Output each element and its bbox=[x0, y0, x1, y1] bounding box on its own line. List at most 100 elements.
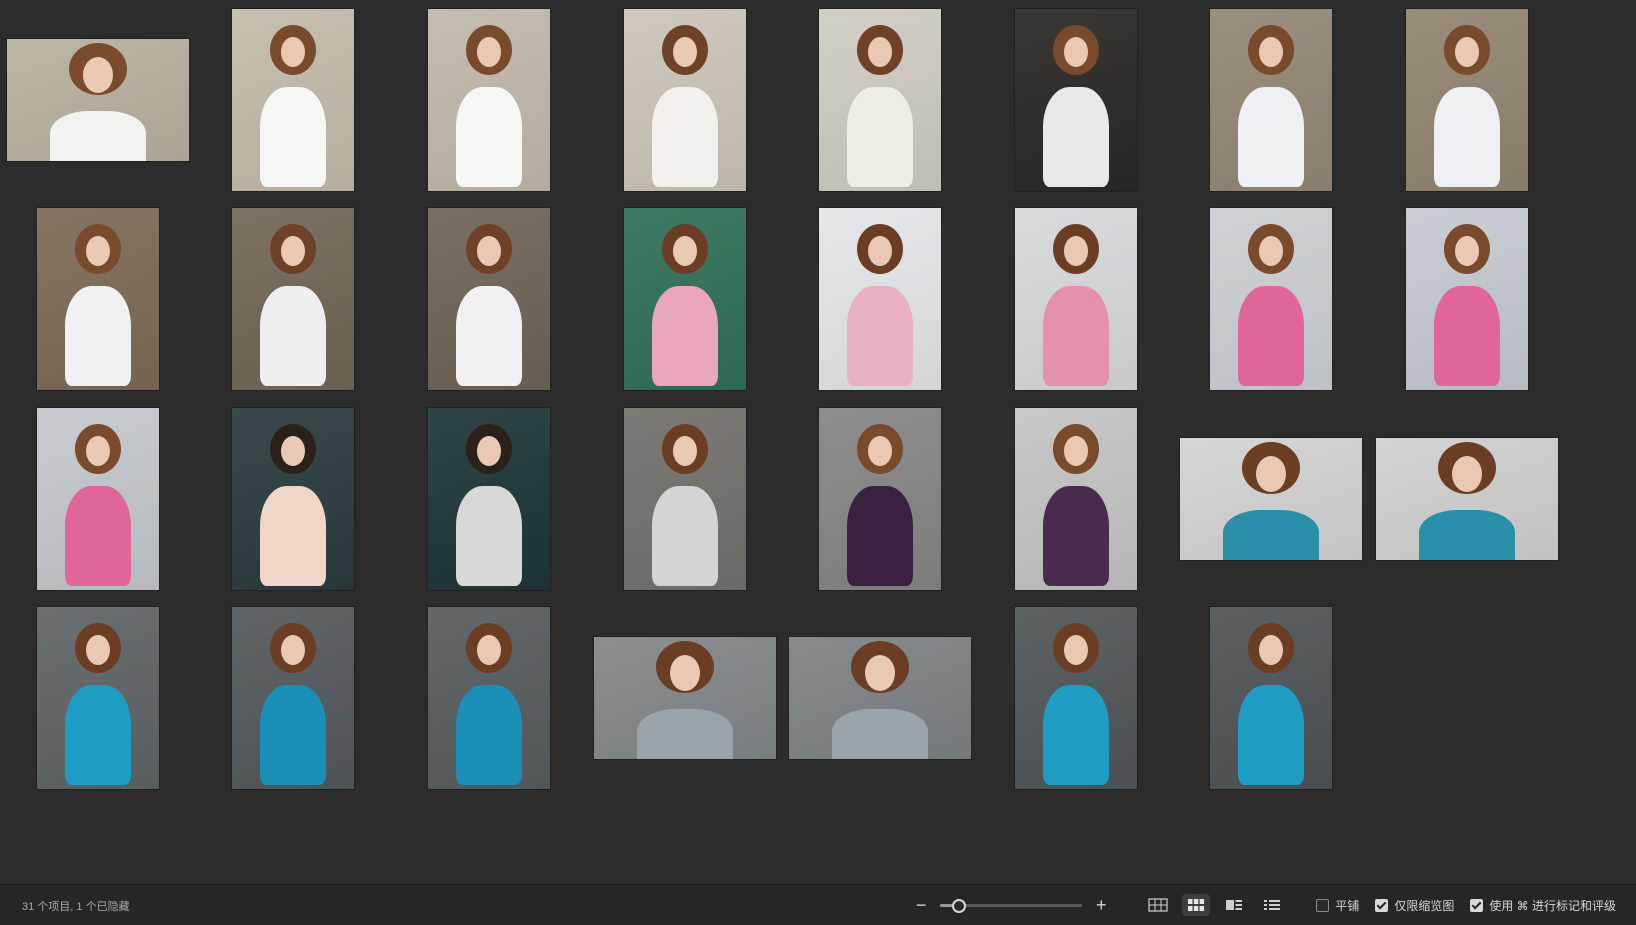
thumbnails-only-checkbox-box[interactable] bbox=[1375, 898, 1389, 912]
thumbnail-cell[interactable] bbox=[0, 0, 196, 200]
photo-subject-body bbox=[651, 286, 718, 387]
photo-thumbnail[interactable] bbox=[623, 407, 746, 590]
photo-thumbnail[interactable] bbox=[1405, 208, 1528, 391]
thumbnail-cell[interactable] bbox=[196, 0, 392, 200]
thumbnail-cell[interactable] bbox=[0, 599, 196, 799]
thumbnail-cell[interactable] bbox=[782, 0, 978, 200]
thumbnail-cell[interactable] bbox=[1369, 0, 1565, 200]
photo-subject-face bbox=[476, 435, 501, 466]
photo-subject-body bbox=[64, 286, 131, 387]
slider-knob[interactable] bbox=[951, 899, 966, 913]
thumbnail-cell[interactable] bbox=[1369, 200, 1565, 400]
thumbnail-cell[interactable] bbox=[587, 399, 783, 599]
photo-thumbnail[interactable] bbox=[819, 208, 942, 391]
photo-subject-body bbox=[64, 485, 131, 586]
photo-subject-face bbox=[85, 635, 110, 666]
photo-subject-body bbox=[1042, 685, 1109, 786]
photo-thumbnail[interactable] bbox=[1014, 607, 1137, 790]
thumbnail-cell[interactable] bbox=[782, 599, 978, 799]
photo-subject-face bbox=[669, 655, 700, 692]
thumbnail-cell[interactable] bbox=[196, 599, 392, 799]
use-cmd-rating-checkbox[interactable]: 使用 ⌘ 进行标记和评级 bbox=[1470, 897, 1616, 914]
photo-subject-face bbox=[672, 435, 697, 466]
thumbnail-cell[interactable] bbox=[196, 399, 392, 599]
photo-thumbnail[interactable] bbox=[427, 208, 550, 391]
photo-thumbnail[interactable] bbox=[1014, 208, 1137, 391]
photo-subject-face bbox=[1063, 435, 1088, 466]
photo-thumbnail[interactable] bbox=[623, 8, 746, 191]
thumbnails-only-checkbox[interactable]: 仅限缩览图 bbox=[1375, 897, 1454, 914]
photo-thumbnail[interactable] bbox=[1210, 208, 1333, 391]
photo-subject-body bbox=[260, 485, 327, 586]
thumbnail-cell[interactable] bbox=[0, 399, 196, 599]
thumbnail-cell[interactable] bbox=[782, 399, 978, 599]
thumbnail-cell[interactable] bbox=[782, 200, 978, 400]
thumbnail-size-slider[interactable] bbox=[940, 898, 1083, 913]
filmstrip-view-button[interactable] bbox=[1220, 894, 1248, 916]
thumbnail-cell[interactable] bbox=[587, 0, 783, 200]
thumbnail-cell[interactable] bbox=[978, 599, 1174, 799]
thumbnail-cell[interactable] bbox=[1174, 599, 1370, 799]
photo-subject-body bbox=[651, 86, 718, 187]
photo-thumbnail[interactable] bbox=[623, 208, 746, 391]
photo-thumbnail[interactable] bbox=[1405, 8, 1528, 191]
thumbnail-cell[interactable] bbox=[0, 200, 196, 400]
photo-thumbnail[interactable] bbox=[1014, 407, 1137, 590]
photo-subject-body bbox=[1433, 286, 1500, 387]
photo-thumbnail[interactable] bbox=[427, 607, 550, 790]
photo-thumbnail[interactable] bbox=[36, 607, 159, 790]
thumbnail-cell[interactable] bbox=[391, 200, 587, 400]
photo-subject-body bbox=[847, 86, 914, 187]
photo-subject-body bbox=[1418, 509, 1515, 560]
photo-thumbnail[interactable] bbox=[1180, 437, 1363, 560]
photo-thumbnail[interactable] bbox=[819, 8, 942, 191]
tile-checkbox-box[interactable] bbox=[1316, 898, 1330, 912]
thumbnail-cell[interactable] bbox=[391, 0, 587, 200]
photo-thumbnail[interactable] bbox=[232, 607, 355, 790]
thumbnail-cell[interactable] bbox=[978, 200, 1174, 400]
thumbnail-cell[interactable] bbox=[978, 0, 1174, 200]
photo-subject-face bbox=[1063, 36, 1088, 67]
photo-subject-body bbox=[455, 286, 522, 387]
photo-thumbnail[interactable] bbox=[819, 407, 942, 590]
thumbnail-cell[interactable] bbox=[1369, 399, 1565, 599]
photo-thumbnail[interactable] bbox=[427, 407, 550, 590]
tile-label: 平铺 bbox=[1335, 898, 1360, 913]
thumbnail-cell[interactable] bbox=[1174, 399, 1370, 599]
view-controls: − + 平铺 仅限缩览图 使用 ⌘ 进行标记和评级 bbox=[912, 885, 1616, 925]
photo-thumbnail[interactable] bbox=[232, 407, 355, 590]
photo-subject-body bbox=[1042, 86, 1109, 187]
thumbnail-cell[interactable] bbox=[196, 200, 392, 400]
thumbnail-cell[interactable] bbox=[391, 399, 587, 599]
thumbnail-cell[interactable] bbox=[1174, 0, 1370, 200]
photo-subject-body bbox=[847, 286, 914, 387]
list-view-button[interactable] bbox=[1258, 894, 1286, 916]
photo-thumbnail[interactable] bbox=[1014, 8, 1137, 191]
thumbnail-cell[interactable] bbox=[391, 599, 587, 799]
thumbnail-view-icon bbox=[1188, 899, 1205, 911]
photo-thumbnail[interactable] bbox=[593, 637, 776, 760]
photo-thumbnail[interactable] bbox=[427, 8, 550, 191]
zoom-in-button[interactable]: + bbox=[1092, 896, 1110, 914]
thumbnail-cell[interactable] bbox=[587, 200, 783, 400]
photo-thumbnail[interactable] bbox=[6, 38, 189, 161]
photo-thumbnail[interactable] bbox=[232, 208, 355, 391]
use-cmd-rating-checkbox-box[interactable] bbox=[1470, 898, 1484, 912]
photo-subject-face bbox=[1259, 635, 1284, 666]
photo-thumbnail[interactable] bbox=[232, 8, 355, 191]
photo-thumbnail[interactable] bbox=[1210, 8, 1333, 191]
thumbnail-cell[interactable] bbox=[1174, 200, 1370, 400]
thumbnail-cell[interactable] bbox=[587, 599, 783, 799]
photo-thumbnail[interactable] bbox=[1210, 607, 1333, 790]
thumbnail-view-button[interactable] bbox=[1182, 894, 1211, 916]
thumbnail-cell[interactable] bbox=[978, 399, 1174, 599]
photo-thumbnail[interactable] bbox=[1375, 437, 1558, 560]
tile-checkbox[interactable]: 平铺 bbox=[1316, 897, 1359, 914]
grid-view-button[interactable] bbox=[1144, 894, 1172, 916]
photo-subject-face bbox=[865, 655, 896, 692]
zoom-out-button[interactable]: − bbox=[912, 896, 930, 914]
photo-thumbnail[interactable] bbox=[789, 637, 972, 760]
photo-thumbnail[interactable] bbox=[36, 407, 159, 590]
photo-subject-body bbox=[260, 685, 327, 786]
photo-thumbnail[interactable] bbox=[36, 208, 159, 391]
